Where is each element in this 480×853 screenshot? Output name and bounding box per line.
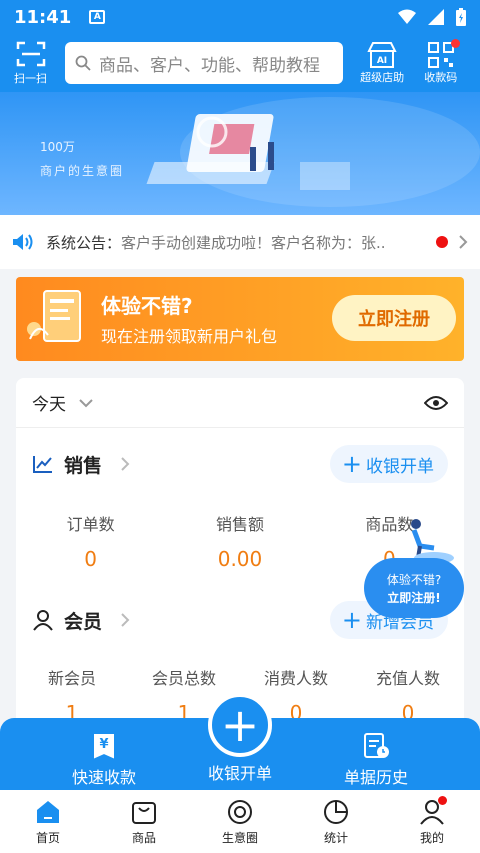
tab-label: 生意圈 (221, 831, 258, 845)
tab-label: 商品 (131, 831, 156, 845)
floating-promo-line1: 体验不错? (386, 573, 442, 587)
tab-label: 我的 (419, 831, 444, 845)
stat-label: 新会员 (47, 669, 96, 688)
stat-value: 0.00 (217, 547, 263, 571)
plus-icon: + (341, 450, 362, 478)
stat-label: 消费人数 (263, 669, 328, 688)
date-filter-row: 今天 (16, 378, 464, 428)
register-now-button[interactable]: 立即注册 (332, 295, 456, 341)
bag-icon (132, 802, 156, 824)
user-icon (33, 610, 53, 631)
tab-label: 首页 (35, 831, 60, 845)
plus-icon: + (341, 606, 362, 634)
circle-icon (228, 800, 252, 824)
battery-icon (456, 8, 466, 26)
pay-code-badge (451, 39, 460, 48)
floating-promo-line2: 立即注册! (387, 591, 441, 605)
yuan-receipt-icon: ¥ (94, 734, 114, 759)
scan-label: 扫一扫 (14, 71, 47, 85)
speaker-icon (13, 234, 33, 250)
chevron-down-icon[interactable] (78, 398, 94, 408)
bottom-tab-bar: 首页 商品 生意圈 统计 我的 (0, 790, 480, 853)
pay-code-label: 收款码 (424, 71, 458, 84)
promo-subtitle: 现在注册领取新用户礼包 (101, 327, 278, 346)
ai-store-label: 超级店助 (360, 71, 405, 84)
tab-mine[interactable]: 我的 (384, 790, 480, 853)
app-indicator-icon: A (89, 10, 106, 24)
search-icon (75, 55, 91, 71)
stat-new-members[interactable]: 新会员 1 (16, 665, 128, 725)
date-selector[interactable]: 今天 (32, 390, 66, 415)
top-bar: 扫一扫 商品、客户、功能、帮助教程 AI 超级店助 收款码 (0, 34, 480, 92)
tab-label: 统计 (323, 831, 348, 845)
notice-unread-dot (436, 236, 448, 248)
notice-text: 客户手动创建成功啦！客户名称为：张... (121, 233, 388, 252)
gift-document-illustration (27, 290, 81, 342)
ai-badge: AI (377, 56, 387, 66)
cashier-order-button[interactable]: + 收银开单 (329, 445, 448, 483)
chevron-right-icon (459, 235, 468, 249)
stat-rechargers[interactable]: 充值人数 0 (352, 665, 464, 725)
floating-register-promo[interactable]: 体验不错? 立即注册! (364, 518, 474, 620)
sales-section-header: 销售 + 收银开单 (32, 444, 448, 484)
scan-icon (16, 41, 45, 66)
system-notice-bar[interactable]: 系统公告： 客户手动创建成功啦！客户名称为：张... (0, 215, 480, 269)
register-promo-banner[interactable]: 体验不错? 现在注册领取新用户礼包 立即注册 (16, 277, 464, 361)
members-title[interactable]: 会员 (64, 607, 102, 634)
quick-pay-label: 快速收款 (71, 768, 136, 787)
svg-text:¥: ¥ (99, 737, 108, 752)
banner-caption: 商户的生意圈 (40, 164, 125, 178)
status-time: 11:41 (14, 6, 72, 28)
quick-pay-button[interactable]: ¥ 快速收款 (44, 732, 164, 788)
sales-title[interactable]: 销售 (64, 451, 102, 478)
mine-badge (438, 796, 447, 805)
cashier-center-label: 收银开单 (207, 764, 272, 783)
order-history-button[interactable]: 单据历史 (316, 732, 436, 788)
cashier-center-button[interactable]: + (208, 693, 272, 757)
signal-icon (428, 9, 444, 25)
trend-chart-icon (33, 456, 52, 473)
search-placeholder: 商品、客户、功能、帮助教程 (99, 55, 321, 76)
pay-code-button[interactable]: 收款码 (411, 39, 470, 85)
stat-label: 会员总数 (151, 669, 216, 688)
chevron-right-icon[interactable] (120, 456, 130, 472)
promo-title: 体验不错? (101, 294, 193, 318)
stat-value: 0 (84, 547, 98, 571)
hero-banner[interactable]: 100万 商户的生意圈 (0, 92, 480, 215)
banner-stat: 100万 (40, 140, 75, 154)
eye-icon[interactable] (424, 395, 448, 411)
pie-icon (324, 800, 348, 824)
tab-home[interactable]: 首页 (0, 790, 96, 853)
tab-statistics[interactable]: 统计 (288, 790, 384, 853)
order-history-label: 单据历史 (343, 768, 408, 787)
ai-store-icon: AI (367, 42, 397, 68)
floating-promo-bubble[interactable]: 体验不错? 立即注册! (364, 558, 464, 618)
tab-business-circle[interactable]: 生意圈 (192, 790, 288, 853)
stat-order-count[interactable]: 订单数 0 (16, 511, 165, 571)
scan-button[interactable]: 扫一扫 (10, 41, 51, 86)
wifi-icon (398, 9, 416, 24)
notice-label: 系统公告： (46, 233, 122, 252)
status-bar: 11:41 A (0, 0, 480, 34)
ai-store-assistant-button[interactable]: AI 超级店助 (353, 41, 412, 85)
search-input[interactable]: 商品、客户、功能、帮助教程 (65, 42, 343, 84)
chevron-right-icon[interactable] (120, 612, 130, 628)
document-clock-icon (364, 733, 389, 758)
stat-sales-amount[interactable]: 销售额 0.00 (165, 511, 314, 571)
stat-label: 销售额 (215, 515, 264, 534)
home-icon (37, 801, 59, 823)
tab-goods[interactable]: 商品 (96, 790, 192, 853)
stat-label: 订单数 (66, 515, 115, 534)
cashier-order-label: 收银开单 (366, 456, 434, 477)
stat-label: 充值人数 (375, 669, 440, 688)
plus-icon: + (220, 698, 260, 752)
